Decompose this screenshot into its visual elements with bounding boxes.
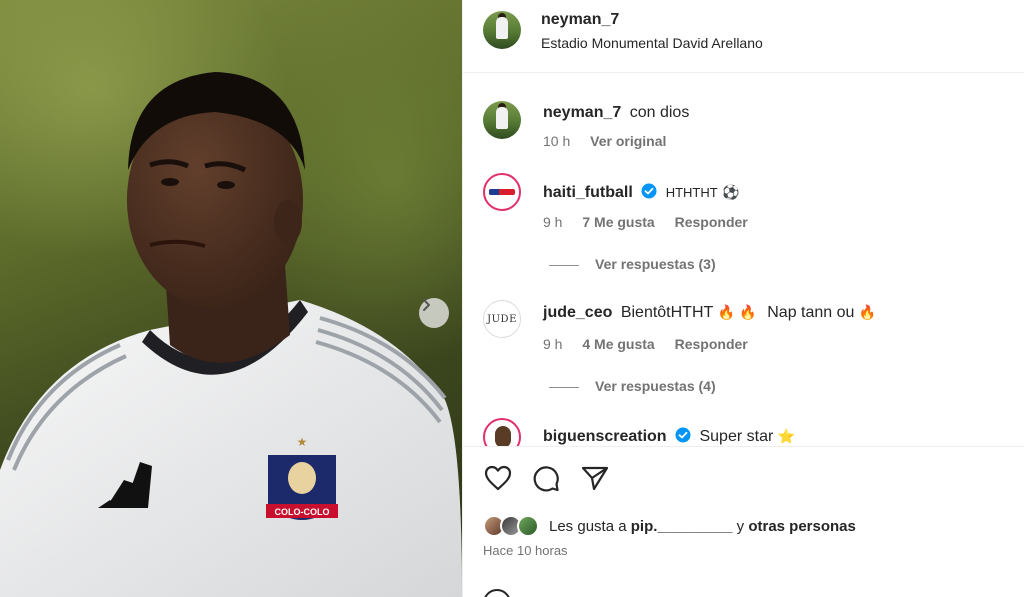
post-location[interactable]: Estadio Monumental David Arellano	[541, 35, 763, 51]
reply-button[interactable]: Responder	[675, 214, 748, 230]
caption-time[interactable]: 10 h	[543, 133, 570, 149]
commenter-avatar[interactable]	[483, 173, 521, 211]
view-replies-label: Ver respuestas (3)	[595, 256, 716, 272]
view-replies-button[interactable]: Ver respuestas (4)	[549, 378, 716, 394]
post-time[interactable]: Hace 10 horas	[483, 543, 568, 558]
verified-badge-icon	[675, 427, 691, 443]
liker-username[interactable]: pip._________	[631, 518, 733, 535]
like-button[interactable]	[483, 463, 513, 493]
comment-text-secondary: Nap tann ou	[767, 304, 855, 321]
commenter-username[interactable]: haiti_futball	[543, 184, 633, 201]
post-header: neyman_7 Estadio Monumental David Arella…	[463, 0, 1024, 73]
svg-text:★: ★	[297, 435, 308, 449]
replies-divider	[549, 264, 579, 266]
star-icon: ⭐	[777, 429, 796, 445]
reply-button[interactable]: Responder	[675, 336, 748, 352]
avatar-monogram: JUDE	[487, 313, 517, 325]
post-panel: neyman_7 Estadio Monumental David Arella…	[462, 0, 1024, 597]
author-avatar[interactable]	[483, 11, 521, 49]
liker-avatar[interactable]	[517, 515, 539, 537]
colo-colo-crest: COLO-COLO	[266, 455, 338, 520]
likes-prefix: Les gusta a	[549, 518, 627, 535]
share-button[interactable]	[580, 463, 610, 493]
replies-divider	[549, 386, 579, 388]
next-photo-button[interactable]	[419, 298, 449, 328]
player-illustration: COLO-COLO ★	[0, 72, 462, 597]
comments-list[interactable]: neyman_7 con dios 10 h Ver original hait…	[463, 74, 1024, 446]
send-icon	[581, 466, 609, 491]
soccer-ball-icon: ⚽	[722, 185, 740, 201]
caption-avatar[interactable]	[483, 101, 521, 139]
author-username[interactable]: neyman_7	[541, 11, 619, 29]
see-original-link[interactable]: Ver original	[590, 133, 666, 149]
comment-icon	[533, 466, 559, 492]
view-replies-button[interactable]: Ver respuestas (3)	[549, 256, 716, 272]
likes-text: Les gusta a pip._________ y otras person…	[549, 518, 856, 535]
other-likers-link[interactable]: otras personas	[748, 518, 856, 535]
fire-icon: 🔥 🔥	[717, 305, 757, 321]
commenter-avatar[interactable]	[483, 418, 521, 446]
post-actions: Les gusta a pip._________ y otras person…	[463, 446, 1024, 597]
chevron-right-icon	[423, 299, 430, 311]
crest-label: COLO-COLO	[275, 507, 330, 517]
likes-join: y	[736, 518, 745, 535]
comment-likes[interactable]: 4 Me gusta	[582, 336, 654, 352]
comment-text: HTHTHT	[665, 185, 718, 200]
comment-time[interactable]: 9 h	[543, 336, 562, 352]
heart-icon	[484, 465, 512, 491]
comment-button[interactable]	[531, 463, 561, 493]
view-replies-label: Ver respuestas (4)	[595, 378, 716, 394]
emoji-icon[interactable]	[483, 589, 511, 597]
post-photo: COLO-COLO ★	[0, 0, 462, 597]
commenter-username[interactable]: jude_ceo	[543, 304, 612, 321]
verified-badge-icon	[641, 183, 657, 199]
comment-text: Super star	[699, 428, 774, 445]
comment-likes[interactable]: 7 Me gusta	[582, 214, 654, 230]
commenter-username[interactable]: biguenscreation	[543, 428, 667, 445]
caption-username[interactable]: neyman_7	[543, 104, 621, 121]
caption-text: con dios	[629, 104, 690, 121]
commenter-avatar[interactable]: JUDE	[483, 300, 521, 338]
comment-time[interactable]: 9 h	[543, 214, 562, 230]
comment-text: BientôtHTHT	[620, 304, 713, 321]
fire-icon: 🔥	[858, 305, 877, 321]
